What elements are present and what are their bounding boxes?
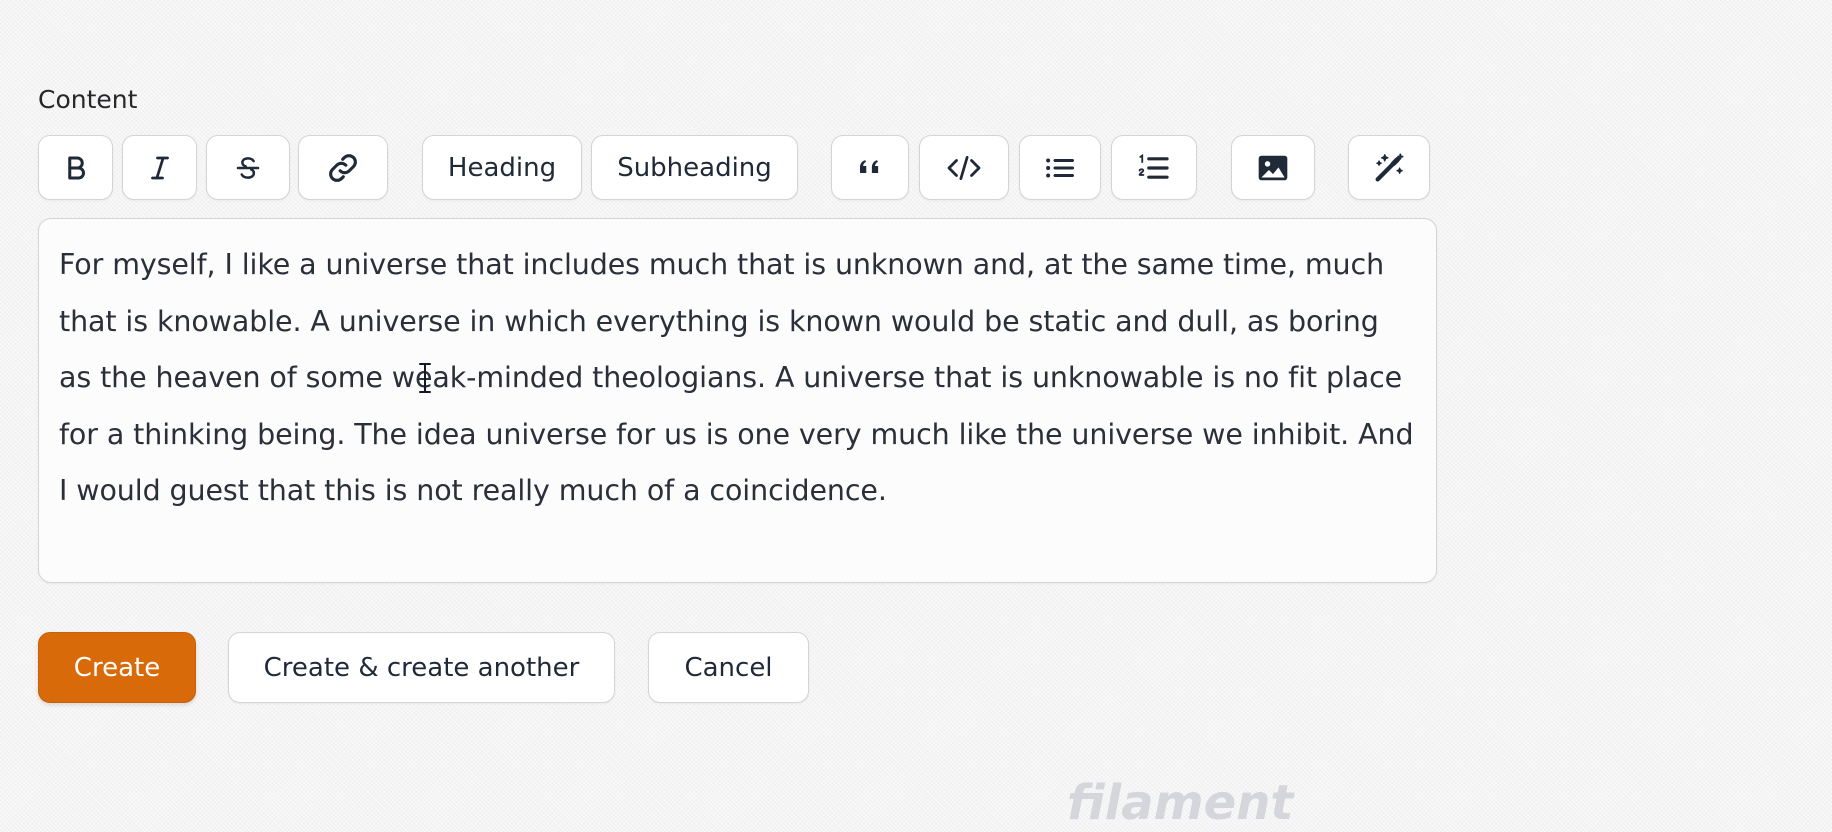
text-cursor-icon <box>419 363 431 393</box>
bold-icon <box>61 153 91 183</box>
italic-button[interactable] <box>122 135 197 200</box>
bold-button[interactable] <box>38 135 113 200</box>
content-field-label: Content <box>38 85 138 114</box>
link-button[interactable] <box>298 135 388 200</box>
cancel-button[interactable]: Cancel <box>648 632 809 703</box>
strikethrough-icon <box>232 153 264 183</box>
strikethrough-button[interactable] <box>206 135 290 200</box>
blockquote-button[interactable] <box>831 135 909 200</box>
link-icon <box>326 151 360 185</box>
quote-icon <box>855 153 885 183</box>
subheading-button[interactable]: Subheading <box>591 135 798 200</box>
image-button[interactable] <box>1231 135 1315 200</box>
heading-button[interactable]: Heading <box>422 135 582 200</box>
create-button[interactable]: Create <box>38 632 196 703</box>
magic-wand-icon <box>1372 151 1406 185</box>
ordered-list-icon <box>1137 152 1171 184</box>
magic-button[interactable] <box>1348 135 1430 200</box>
code-icon <box>945 153 983 183</box>
code-button[interactable] <box>919 135 1009 200</box>
bullet-list-button[interactable] <box>1019 135 1101 200</box>
rich-text-editor[interactable]: For myself, I like a universe that inclu… <box>38 218 1437 583</box>
create-another-button[interactable]: Create & create another <box>228 632 615 703</box>
image-icon <box>1256 153 1290 183</box>
bullet-list-icon <box>1043 153 1077 183</box>
filament-watermark: filament <box>1067 775 1294 831</box>
italic-icon <box>145 153 175 183</box>
ordered-list-button[interactable] <box>1111 135 1197 200</box>
editor-content[interactable]: For myself, I like a universe that inclu… <box>59 237 1416 520</box>
